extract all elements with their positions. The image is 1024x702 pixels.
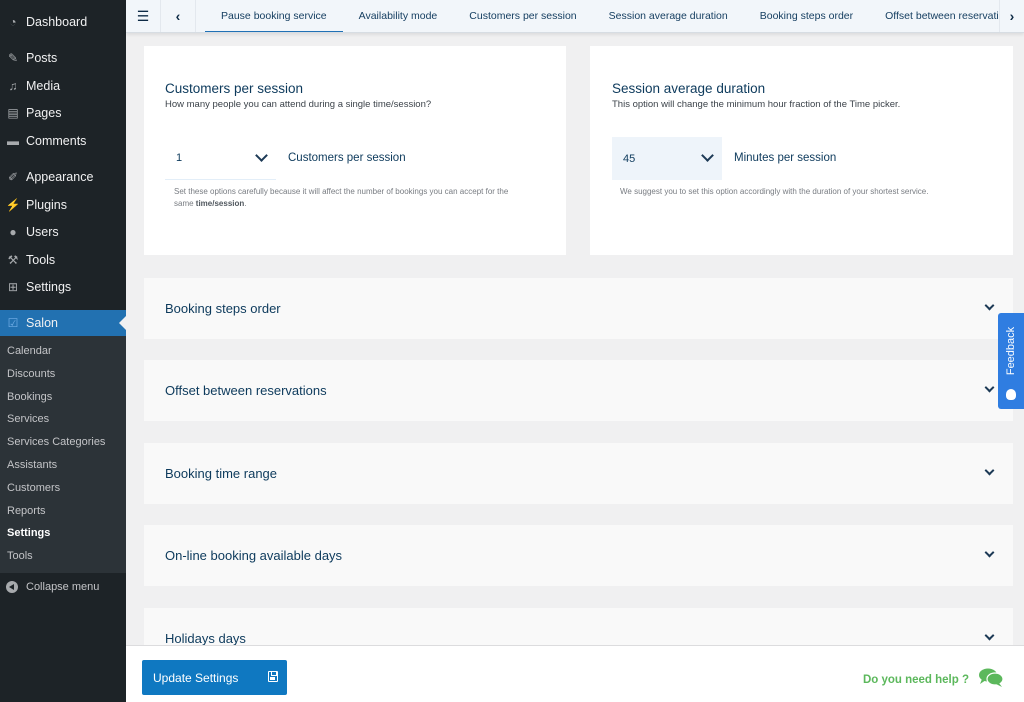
card-title: Customers per session bbox=[165, 81, 304, 96]
select-label: Minutes per session bbox=[734, 152, 837, 164]
session-average-duration-card: Session average duration This option wil… bbox=[590, 46, 1013, 255]
submenu-reports[interactable]: Reports bbox=[0, 500, 126, 523]
plugin-icon: ⚡ bbox=[5, 197, 21, 212]
brush-icon: ✐ bbox=[7, 170, 19, 185]
accordion-holidays-days[interactable]: Holidays days bbox=[144, 608, 1013, 645]
chevron-down-icon bbox=[984, 465, 995, 476]
submenu-bookings[interactable]: Bookings bbox=[0, 386, 126, 409]
chevron-down-icon bbox=[701, 149, 714, 162]
pin-icon: ✎ bbox=[7, 51, 19, 66]
card-title: Session average duration bbox=[612, 81, 766, 96]
section-tab-bar: ☰ ‹ Pause booking service Availability m… bbox=[126, 0, 1024, 33]
menu-salon[interactable]: ☑ Salon bbox=[0, 310, 126, 336]
customers-per-session-select[interactable]: 1 bbox=[165, 137, 276, 180]
comment-icon: ▬ bbox=[7, 133, 19, 148]
chevron-right-icon: › bbox=[1009, 8, 1015, 24]
tab-session-average-duration[interactable]: Session average duration bbox=[593, 0, 744, 32]
accordion-booking-steps-order[interactable]: Booking steps order bbox=[144, 278, 1013, 339]
update-settings-button[interactable]: Update Settings bbox=[142, 660, 287, 695]
menu-media[interactable]: ♫ Media bbox=[0, 72, 126, 100]
feedback-button[interactable]: Feedback bbox=[998, 313, 1024, 409]
collapse-menu-button[interactable]: Collapse menu bbox=[0, 573, 126, 601]
salon-submenu: Calendar Discounts Bookings Services Ser… bbox=[0, 336, 126, 573]
hamburger-icon: ☰ bbox=[136, 7, 150, 24]
card-subtitle: This option will change the minimum hour… bbox=[612, 99, 901, 110]
tab-booking-steps-order[interactable]: Booking steps order bbox=[744, 0, 869, 32]
chevron-down-icon bbox=[984, 300, 995, 311]
bug-icon bbox=[1006, 389, 1016, 400]
tab-availability-mode[interactable]: Availability mode bbox=[343, 0, 454, 32]
tabs-prev-button[interactable]: ‹ bbox=[161, 0, 196, 32]
accordion-booking-time-range[interactable]: Booking time range bbox=[144, 443, 1013, 504]
submenu-tools[interactable]: Tools bbox=[0, 545, 126, 568]
menu-comments[interactable]: ▬ Comments bbox=[0, 127, 126, 155]
chevron-down-icon bbox=[255, 149, 268, 162]
accordion-online-booking-available-days[interactable]: On-line booking available days bbox=[144, 525, 1013, 586]
menu-tools[interactable]: ⚒ Tools bbox=[0, 246, 126, 274]
help-link[interactable]: Do you need help ? bbox=[863, 674, 969, 686]
card-subtitle: How many people you can attend during a … bbox=[165, 99, 432, 110]
submenu-settings[interactable]: Settings bbox=[0, 522, 126, 545]
submenu-calendar[interactable]: Calendar bbox=[0, 340, 126, 363]
submenu-services[interactable]: Services bbox=[0, 408, 126, 431]
pages-icon: ▤ bbox=[7, 106, 19, 121]
settings-icon: ⊞ bbox=[7, 280, 19, 295]
bottom-action-bar: Update Settings Do you need help ? bbox=[126, 645, 1024, 702]
submenu-assistants[interactable]: Assistants bbox=[0, 454, 126, 477]
chevron-down-icon bbox=[984, 630, 995, 641]
card-hint: We suggest you to set this option accord… bbox=[620, 187, 929, 196]
dashboard-icon: ◔ bbox=[9, 14, 17, 29]
chevron-left-icon: ‹ bbox=[175, 8, 181, 24]
wrench-icon: ⚒ bbox=[7, 252, 19, 267]
collapse-icon bbox=[6, 580, 18, 593]
tab-offset-between-reservations[interactable]: Offset between reservations bbox=[869, 0, 999, 32]
chevron-down-icon bbox=[984, 382, 995, 393]
media-icon: ♫ bbox=[8, 78, 18, 93]
calendar-icon: ☑ bbox=[7, 316, 19, 330]
menu-users[interactable]: ● Users bbox=[0, 219, 126, 247]
hamburger-menu-button[interactable]: ☰ bbox=[126, 0, 161, 32]
menu-appearance[interactable]: ✐ Appearance bbox=[0, 164, 126, 192]
menu-pages[interactable]: ▤ Pages bbox=[0, 100, 126, 128]
submenu-discounts[interactable]: Discounts bbox=[0, 363, 126, 386]
admin-sidebar: ◔ Dashboard ✎ Posts ♫ Media ▤ Pages ▬ Comment… bbox=[0, 0, 126, 702]
chat-bubbles-icon[interactable] bbox=[978, 667, 1004, 687]
submenu-services-categories[interactable]: Services Categories bbox=[0, 431, 126, 454]
tab-customers-per-session[interactable]: Customers per session bbox=[453, 0, 592, 32]
minutes-per-session-select[interactable]: 45 bbox=[612, 137, 722, 180]
accordion-offset-between-reservations[interactable]: Offset between reservations bbox=[144, 360, 1013, 421]
tab-pause-booking-service[interactable]: Pause booking service bbox=[205, 0, 343, 32]
select-label: Customers per session bbox=[288, 152, 406, 164]
submenu-customers[interactable]: Customers bbox=[0, 477, 126, 500]
menu-posts[interactable]: ✎ Posts bbox=[0, 45, 126, 73]
card-hint: Set these options carefully because it w… bbox=[174, 187, 509, 208]
save-icon bbox=[268, 671, 278, 682]
menu-dashboard[interactable]: ◔ Dashboard bbox=[0, 8, 126, 36]
chevron-down-icon bbox=[984, 547, 995, 558]
customers-per-session-card: Customers per session How many people yo… bbox=[144, 46, 566, 255]
menu-plugins[interactable]: ⚡ Plugins bbox=[0, 191, 126, 219]
tabs-next-button[interactable]: › bbox=[999, 0, 1024, 32]
user-icon: ● bbox=[9, 225, 17, 240]
menu-settings[interactable]: ⊞ Settings bbox=[0, 274, 126, 302]
settings-content: Customers per session How many people yo… bbox=[126, 33, 1024, 645]
